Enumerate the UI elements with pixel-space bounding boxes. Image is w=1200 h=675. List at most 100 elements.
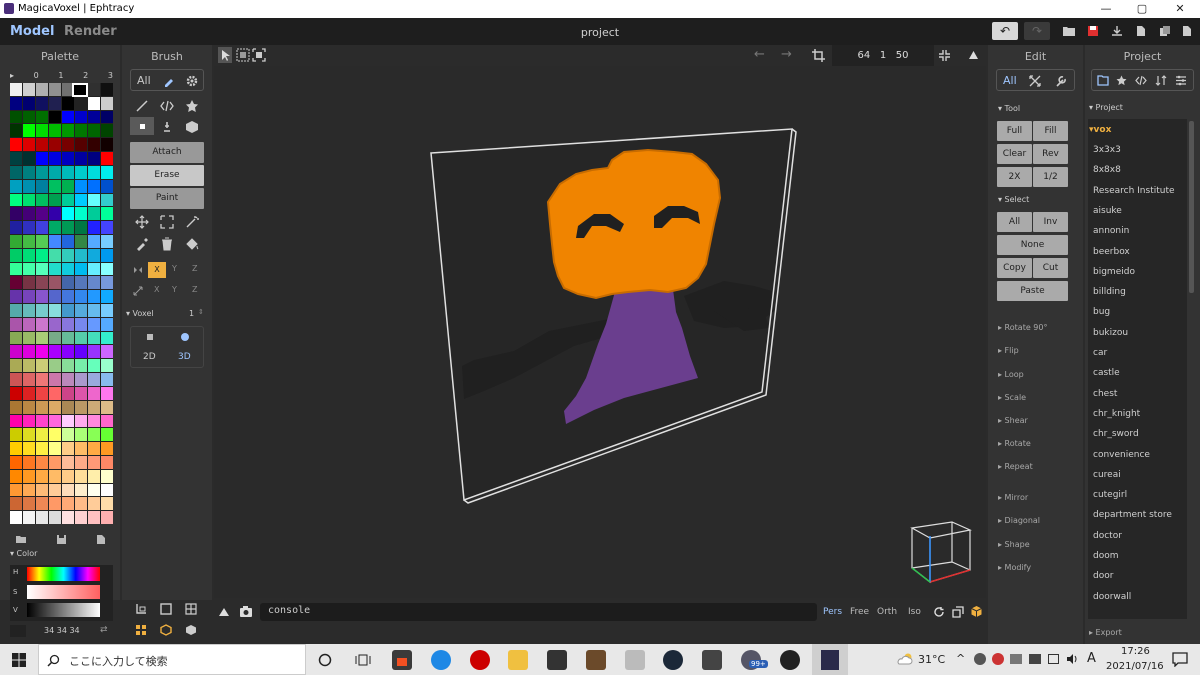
palette-swatch[interactable] [62,359,74,373]
palette-swatch[interactable] [36,290,48,303]
undo-button[interactable]: ↶ [992,22,1018,40]
windows-start-icon[interactable] [12,653,26,667]
fit-view-icon[interactable] [938,49,951,62]
palette-swatch[interactable] [23,262,35,276]
palette-swatch[interactable] [10,138,22,152]
palette-swatch[interactable] [75,317,87,331]
palette-swatch[interactable] [75,221,87,234]
project-list-item[interactable]: department store [1093,510,1172,520]
tool-half-button[interactable]: 1/2 [1033,167,1068,187]
palette-swatch[interactable] [101,207,113,221]
palette-swatch[interactable] [49,386,61,400]
palette-swatch[interactable] [88,442,100,455]
palette-page-3[interactable]: 3 [108,71,113,81]
palette-swatch[interactable] [49,193,61,207]
palette-swatch[interactable] [75,400,87,414]
palette-swatch[interactable] [62,248,74,262]
palette-swatch[interactable] [101,331,113,345]
unity-icon[interactable] [702,650,722,670]
palette-swatch[interactable] [23,234,35,248]
palette-swatch[interactable] [88,138,100,152]
palette-swatch[interactable] [75,345,87,359]
box-brush-icon[interactable] [185,120,199,134]
palette-swatch[interactable] [101,165,113,179]
palette-swatch[interactable] [62,455,74,469]
view-pers[interactable]: Pers [823,607,842,617]
palette-swatch[interactable] [101,83,113,96]
palette-swatch[interactable] [88,110,100,124]
rgb-readout[interactable]: 34 34 34 [44,626,80,635]
value-slider[interactable] [27,603,100,617]
palette-swatch[interactable] [62,497,74,511]
palette-swatch[interactable] [36,345,48,359]
palette-page-2[interactable]: 2 [83,71,88,81]
project-list-item[interactable]: bukizou [1093,328,1128,338]
project-list-item[interactable]: beerbox [1093,247,1130,257]
palette-swatch[interactable] [49,124,61,138]
palette-swatch[interactable] [49,359,61,373]
orange-cube-icon[interactable] [160,624,172,636]
palette-swatch[interactable] [49,428,61,442]
palette-swatch[interactable] [10,276,22,290]
dim-y-value[interactable]: 1 [880,50,886,61]
palette-swatch[interactable] [36,234,48,248]
axis-resize-icon[interactable] [133,286,143,296]
dim-x-value[interactable]: 64 [858,50,871,61]
palette-swatch[interactable] [23,152,35,165]
camera-icon[interactable] [239,605,253,618]
palette-swatch[interactable] [88,386,100,400]
palette-swatch[interactable] [88,207,100,221]
palette-swatch[interactable] [36,455,48,469]
palette-swatch[interactable] [49,414,61,428]
project-star-icon[interactable] [1116,75,1127,86]
cube-icon[interactable] [185,624,197,636]
palette-swatch[interactable] [23,221,35,234]
palette-swatch[interactable] [75,359,87,373]
palette-swatch[interactable] [10,359,22,373]
palette-swatch[interactable] [88,304,100,317]
palette-swatch[interactable] [62,400,74,414]
scale-section[interactable]: ▸ Scale [998,393,1026,402]
transform-icon[interactable] [1029,75,1041,87]
select-none-button[interactable]: None [997,235,1068,255]
brush-pen-icon[interactable] [163,75,175,87]
palette-swatch[interactable] [10,317,22,331]
palette-swatch[interactable] [88,511,100,524]
repeat-section[interactable]: ▸ Repeat [998,462,1033,471]
open-folder-icon[interactable] [1056,22,1082,40]
palette-swatch[interactable] [62,179,74,193]
project-list-item[interactable]: aisuke [1093,206,1122,216]
palette-swatch[interactable] [36,179,48,193]
palette-swatch[interactable] [88,290,100,303]
palette-swatch[interactable] [88,234,100,248]
color-section-head[interactable]: ▾ Color [10,549,37,558]
palette-swatch[interactable] [23,83,35,96]
cortana-icon[interactable] [318,653,332,667]
wrench-icon[interactable] [1055,75,1067,87]
palette-swatch[interactable] [36,193,48,207]
palette-swatch[interactable] [49,483,61,497]
palette-swatch[interactable] [101,193,113,207]
palette-swatch[interactable] [10,428,22,442]
palette-swatch[interactable] [23,455,35,469]
edge-icon[interactable] [431,650,451,670]
tray-app-icon[interactable] [974,653,986,665]
palette-swatch[interactable] [36,124,48,138]
palette-swatch[interactable] [75,193,87,207]
palette-swatch[interactable] [101,110,113,124]
palette-swatch[interactable] [49,110,61,124]
palette-swatch[interactable] [101,152,113,165]
magic-wand-icon[interactable] [185,215,199,229]
palette-swatch[interactable] [49,400,61,414]
redo-button[interactable]: ↷ [1024,22,1050,40]
volume-icon[interactable] [1066,653,1078,665]
palette-swatch[interactable] [23,304,35,317]
palette-swatch[interactable] [10,497,22,511]
maximize-button[interactable]: ▢ [1132,2,1152,16]
palette-swatch[interactable] [88,165,100,179]
swap-icon[interactable]: ⇄ [100,625,108,635]
brush-gear-icon[interactable] [186,75,198,87]
palette-swatch[interactable] [75,165,87,179]
crop-icon[interactable] [812,49,825,62]
palette-swatch[interactable] [62,276,74,290]
